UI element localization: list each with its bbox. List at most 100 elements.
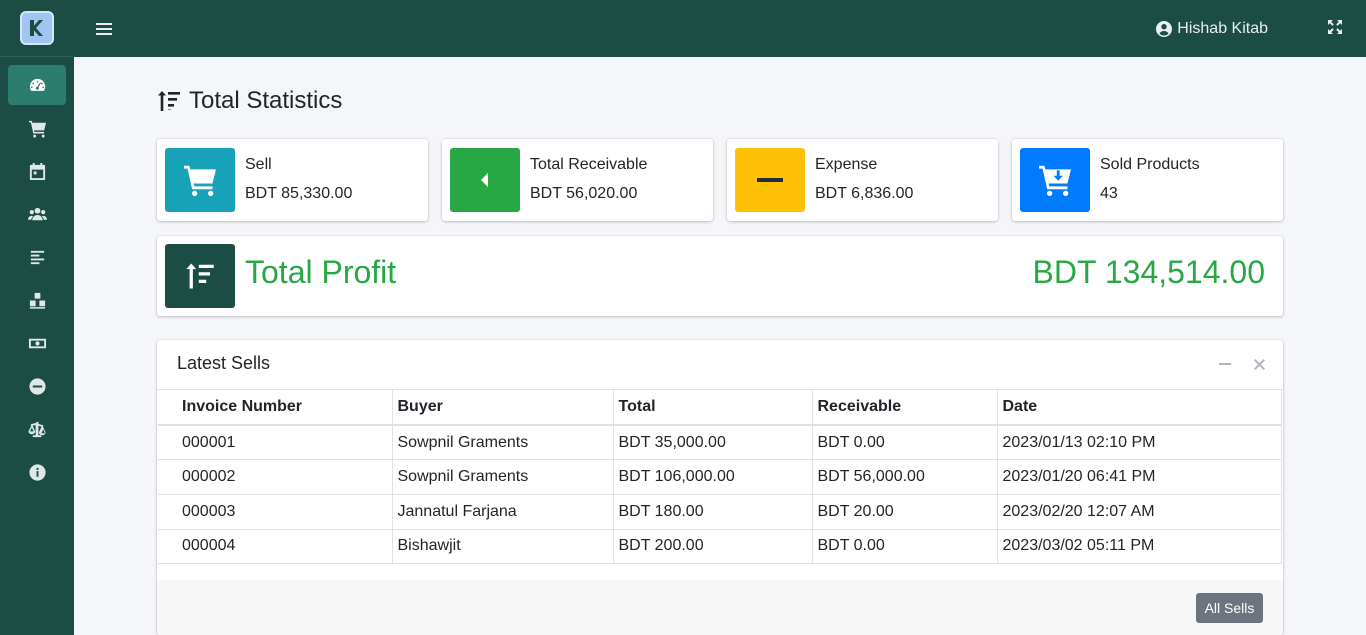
stat-expense: Expense BDT 6,836.00 <box>727 139 998 221</box>
user-menu[interactable]: Hishab Kitab <box>1156 0 1268 57</box>
close-button[interactable] <box>1251 355 1267 373</box>
info-circle-icon <box>28 463 46 481</box>
cubes-icon <box>29 292 45 309</box>
sidebar-item-reports[interactable] <box>8 237 66 277</box>
stat-sell: Sell BDT 85,330.00 <box>157 139 428 221</box>
date-cell: 2023/01/20 06:41 PM <box>997 459 1282 495</box>
expand-icon <box>1328 20 1342 34</box>
stat-value: 43 <box>1100 185 1118 202</box>
stat-sell-icon-box <box>165 148 235 212</box>
stat-label: Total Receivable <box>530 156 648 173</box>
profit-icon-box <box>165 244 235 308</box>
stat-value: BDT 56,020.00 <box>530 185 638 202</box>
card-footer: All Sells <box>157 580 1283 635</box>
caret-left-icon <box>481 173 488 187</box>
sidebar <box>0 0 74 635</box>
date-cell: 2023/01/13 02:10 PM <box>997 425 1282 461</box>
buyer-cell: Sowpnil Graments <box>392 425 614 461</box>
column-header: Receivable <box>812 390 998 426</box>
profit-value: BDT 134,514.00 <box>1032 254 1265 290</box>
fullscreen-button[interactable] <box>1327 19 1343 35</box>
sort-amount-icon <box>186 263 214 289</box>
stat-label: Sell <box>245 156 272 173</box>
column-header: Invoice Number <box>158 390 393 426</box>
receivable-cell: BDT 0.00 <box>812 529 998 565</box>
invoice-cell: 000003 <box>158 494 393 530</box>
close-icon <box>1253 358 1265 370</box>
table-row: 000002 Sowpnil Graments BDT 106,000.00 B… <box>158 459 1282 495</box>
sidebar-item-expenses[interactable] <box>8 366 66 406</box>
sidebar-item-sells[interactable] <box>8 108 66 148</box>
sidebar-item-users[interactable] <box>8 194 66 234</box>
buyer-cell: Sowpnil Graments <box>392 459 614 495</box>
sidebar-item-about[interactable] <box>8 452 66 492</box>
menu-toggle-button[interactable] <box>96 20 114 38</box>
receivable-cell: BDT 56,000.00 <box>812 459 998 495</box>
date-cell: 2023/03/02 05:11 PM <box>997 529 1282 565</box>
total-cell: BDT 106,000.00 <box>613 459 813 495</box>
column-header: Date <box>997 390 1282 426</box>
balance-scale-icon <box>27 421 46 437</box>
brand[interactable] <box>0 0 74 57</box>
users-icon <box>27 207 47 220</box>
stat-sold-icon-box <box>1020 148 1090 212</box>
stat-label: Expense <box>815 156 878 173</box>
latest-sells-table: Invoice Number Buyer Total Receivable Da… <box>158 390 1282 565</box>
invoice-cell: 000002 <box>158 459 393 495</box>
main-content: Total Statistics Sell BDT 85,330.00 Tota… <box>74 57 1366 635</box>
total-cell: BDT 35,000.00 <box>613 425 813 461</box>
latest-sells-card: Latest Sells Invoice Number Buyer Total … <box>157 340 1283 635</box>
minus-icon <box>1219 363 1231 365</box>
invoice-cell: 000001 <box>158 425 393 461</box>
card-title: Latest Sells <box>177 353 271 373</box>
date-cell: 2023/02/20 12:07 AM <box>997 494 1282 530</box>
invoice-cell: 000004 <box>158 529 393 565</box>
brand-logo[interactable] <box>20 11 54 45</box>
stat-value: BDT 85,330.00 <box>245 185 353 202</box>
table-row: 000001 Sowpnil Graments BDT 35,000.00 BD… <box>158 425 1282 461</box>
sidebar-nav <box>0 57 74 492</box>
stat-expense-icon-box <box>735 148 805 212</box>
hamburger-icon <box>96 22 112 35</box>
user-circle-icon <box>1156 20 1173 37</box>
sidebar-item-balance[interactable] <box>8 409 66 449</box>
buyer-cell: Bishawjit <box>392 529 614 565</box>
profit-label: Total Profit <box>245 254 397 290</box>
buyer-cell: Jannatul Farjana <box>392 494 614 530</box>
page-title-text: Total Statistics <box>189 87 343 114</box>
table-row: 000004 Bishawjit BDT 200.00 BDT 0.00 202… <box>158 529 1282 565</box>
tachometer-icon <box>29 78 45 91</box>
stat-label: Sold Products <box>1100 156 1200 173</box>
topbar: Hishab Kitab <box>74 0 1366 57</box>
table-row: 000003 Jannatul Farjana BDT 180.00 BDT 2… <box>158 494 1282 530</box>
table-header-row: Invoice Number Buyer Total Receivable Da… <box>158 390 1282 426</box>
stat-sold-products: Sold Products 43 <box>1012 139 1283 221</box>
user-name: Hishab Kitab <box>1177 19 1268 37</box>
cart-arrow-down-icon <box>1039 165 1071 196</box>
stat-total-receivable: Total Receivable BDT 56,020.00 <box>442 139 713 221</box>
column-header: Total <box>613 390 813 426</box>
minus-icon <box>757 178 783 182</box>
sidebar-item-payments[interactable] <box>8 323 66 363</box>
logo-icon <box>30 20 43 36</box>
sidebar-item-calendar[interactable] <box>8 151 66 191</box>
sidebar-item-products[interactable] <box>8 280 66 320</box>
calendar-icon <box>29 162 45 180</box>
stat-value: BDT 6,836.00 <box>815 185 914 202</box>
money-icon <box>28 338 46 348</box>
sidebar-item-dashboard[interactable] <box>8 65 66 105</box>
sort-amount-icon <box>158 91 180 111</box>
total-cell: BDT 200.00 <box>613 529 813 565</box>
receivable-cell: BDT 20.00 <box>812 494 998 530</box>
collapse-button[interactable] <box>1217 355 1233 373</box>
all-sells-button[interactable]: All Sells <box>1196 593 1263 623</box>
column-header: Buyer <box>392 390 614 426</box>
receivable-cell: BDT 0.00 <box>812 425 998 461</box>
minus-circle-icon <box>28 377 46 395</box>
cart-icon <box>184 165 216 196</box>
total-cell: BDT 180.00 <box>613 494 813 530</box>
total-profit-box: Total Profit BDT 134,514.00 <box>157 236 1283 316</box>
card-header: Latest Sells <box>157 340 1283 390</box>
page-title: Total Statistics <box>157 87 342 115</box>
align-left-icon <box>30 250 44 264</box>
